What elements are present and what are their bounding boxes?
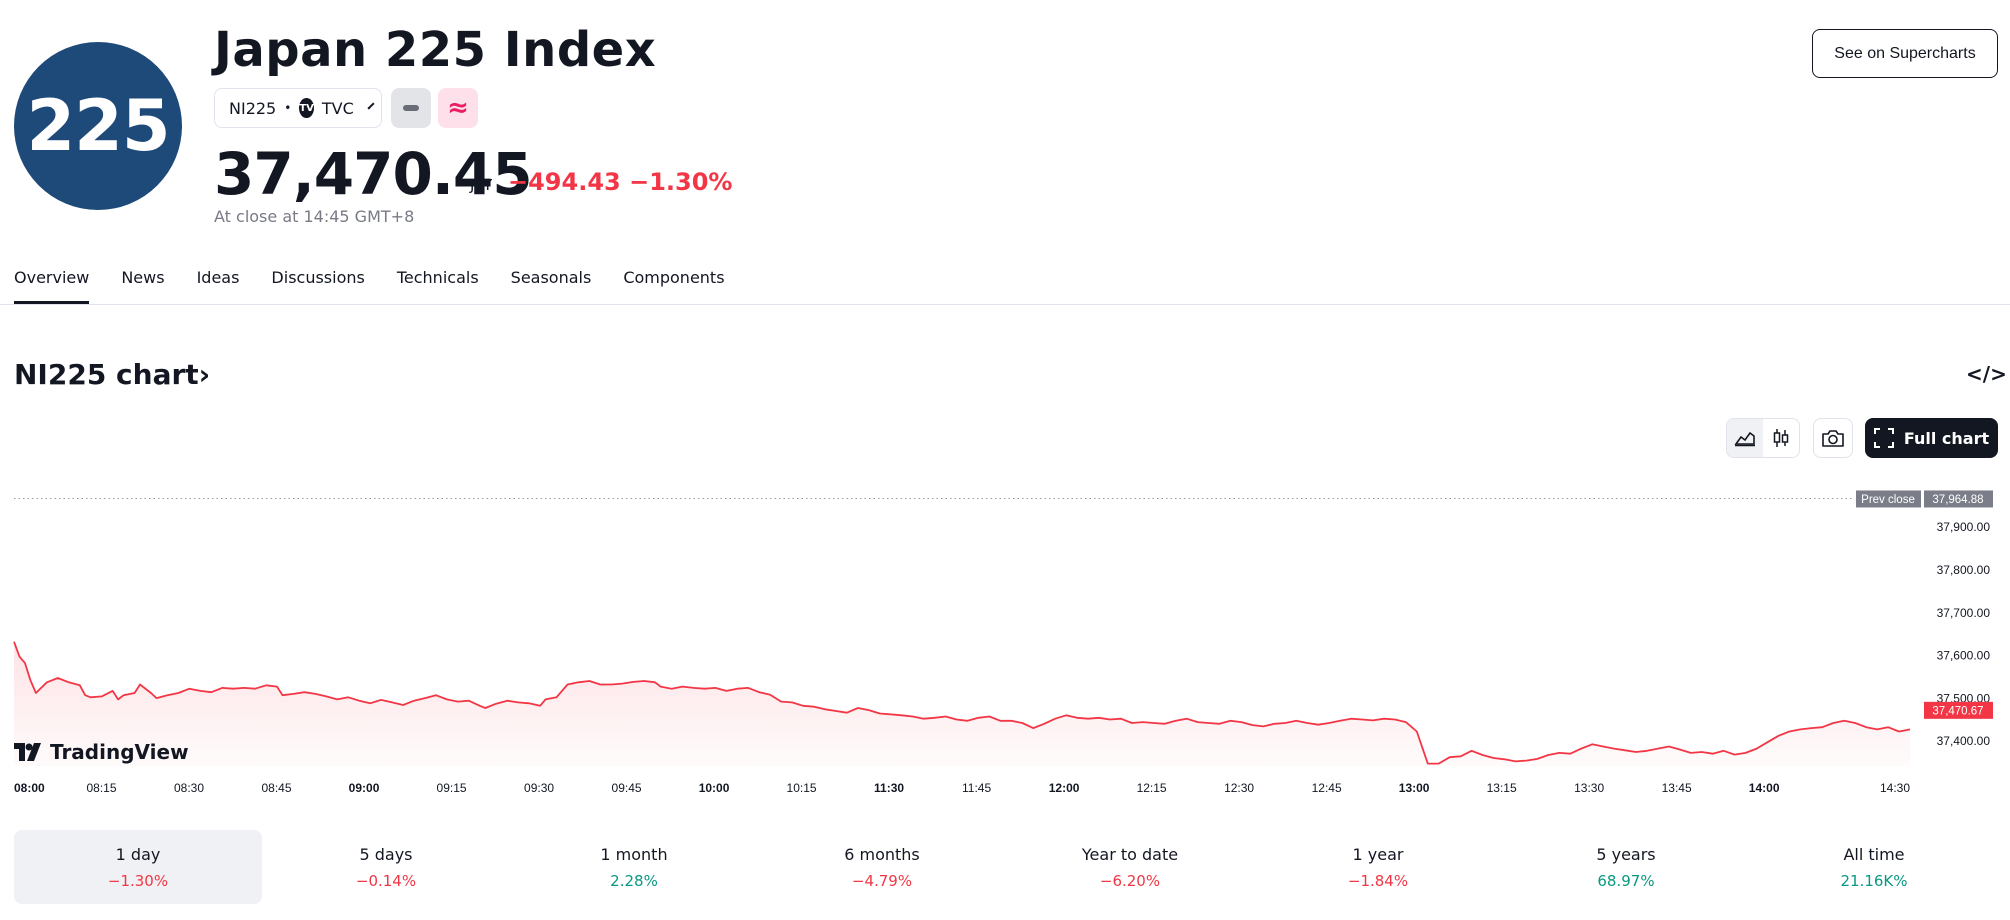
x-tick-label: 09:45	[612, 781, 642, 795]
full-chart-button[interactable]: Full chart	[1865, 418, 1998, 458]
x-tick-label: 11:45	[962, 781, 991, 795]
period-label: 1 month	[600, 844, 668, 864]
symbol-label: NI225	[229, 98, 277, 118]
tab-overview[interactable]: Overview	[14, 268, 90, 304]
exchange-label: TVC	[321, 98, 354, 118]
x-tick-label: 08:45	[262, 781, 292, 795]
period-label: All time	[1843, 844, 1905, 864]
last-price-label: 37,470.67	[1932, 705, 1983, 717]
full-chart-label: Full chart	[1903, 428, 1990, 448]
x-tick-label: 08:15	[86, 781, 116, 795]
x-tick-label: 13:45	[1662, 781, 1692, 795]
x-tick-label: 12:15	[1137, 781, 1167, 795]
period-label: Year to date	[1081, 844, 1179, 864]
area-chart-icon[interactable]	[1727, 419, 1763, 457]
tab-technicals[interactable]: Technicals	[397, 268, 479, 304]
x-tick-label: 09:15	[437, 781, 467, 795]
period-label: 1 year	[1352, 844, 1404, 864]
last-price: 37,470.45	[214, 140, 533, 208]
x-tick-label: 10:15	[787, 781, 817, 795]
x-tick-label: 14:30	[1880, 781, 1910, 795]
camera-icon[interactable]	[1813, 418, 1853, 458]
x-tick-label: 12:45	[1312, 781, 1342, 795]
period-year-to-date[interactable]: Year to date −6.20%	[1006, 830, 1254, 904]
tab-ideas[interactable]: Ideas	[197, 268, 240, 304]
y-tick-label: 37,700.00	[1937, 606, 1991, 620]
logo-text: 225	[26, 85, 170, 167]
cfd-wave-badge-icon[interactable]: ≈	[438, 88, 478, 128]
period-change: −4.79%	[851, 871, 913, 890]
period-label: 5 days	[359, 844, 413, 864]
candlestick-icon[interactable]	[1763, 419, 1799, 457]
currency-label: JPY	[470, 176, 493, 194]
symbol-logo: 225	[14, 42, 182, 210]
x-tick-label: 10:00	[699, 781, 730, 795]
y-tick-label: 37,900.00	[1937, 520, 1991, 534]
chart-section-title[interactable]: NI225 chart›	[14, 358, 210, 391]
prev-close-value-label: 37,964.88	[1932, 494, 1983, 506]
y-tick-label: 37,400.00	[1937, 734, 1991, 748]
period-change: 21.16K%	[1840, 871, 1908, 890]
watermark-text: TradingView	[50, 740, 189, 764]
period-change: −0.14%	[355, 871, 417, 890]
tab-seasonals[interactable]: Seasonals	[511, 268, 592, 304]
x-tick-label: 11:30	[874, 781, 904, 795]
chevron-down-icon	[367, 102, 375, 110]
period-1-day[interactable]: 1 day −1.30%	[14, 830, 262, 904]
period-5-years[interactable]: 5 years 68.97%	[1502, 830, 1750, 904]
y-tick-label: 37,600.00	[1937, 649, 1991, 663]
period-label: 1 day	[115, 844, 161, 864]
tab-news[interactable]: News	[121, 268, 164, 304]
y-tick-label: 37,800.00	[1937, 563, 1991, 577]
page-tabs: Overview News Ideas Discussions Technica…	[14, 268, 725, 304]
tradingview-logo: TradingView	[14, 740, 189, 764]
x-tick-label: 09:30	[524, 781, 554, 795]
period-change: −1.84%	[1347, 871, 1409, 890]
separator-dot: •	[284, 101, 292, 115]
period-5-days[interactable]: 5 days −0.14%	[262, 830, 510, 904]
period-label: 5 years	[1596, 844, 1656, 864]
symbol-exchange-selector[interactable]: NI225 • TV TVC	[214, 88, 382, 128]
price-change: −494.43 −1.30%	[508, 168, 732, 196]
x-tick-label: 08:30	[174, 781, 204, 795]
x-tick-label: 12:00	[1049, 781, 1080, 795]
prev-close-tag-label: Prev close	[1861, 494, 1915, 506]
period-all-time[interactable]: All time 21.16K%	[1750, 830, 1998, 904]
x-tick-label: 13:00	[1399, 781, 1430, 795]
x-tick-label: 14:00	[1749, 781, 1780, 795]
price-chart[interactable]: 37,900.0037,800.0037,700.0037,600.0037,5…	[0, 470, 2010, 806]
x-tick-label: 13:15	[1487, 781, 1517, 795]
tradingview-exchange-icon: TV	[299, 98, 314, 118]
x-tick-label: 09:00	[349, 781, 380, 795]
tab-components[interactable]: Components	[623, 268, 724, 304]
change-absolute: −494.43	[508, 168, 621, 196]
tabs-divider	[0, 304, 2010, 305]
x-tick-label: 08:00	[14, 781, 45, 795]
period-label: 6 months	[844, 844, 920, 864]
chart-type-toggle	[1726, 418, 1800, 458]
performance-periods: 1 day −1.30% 5 days −0.14% 1 month 2.28%…	[14, 830, 1998, 904]
period-6-months[interactable]: 6 months −4.79%	[758, 830, 1006, 904]
fullscreen-icon	[1873, 428, 1894, 448]
tradingview-logo-icon	[14, 743, 41, 761]
period-1-month[interactable]: 1 month 2.28%	[510, 830, 758, 904]
period-change: −6.20%	[1099, 871, 1161, 890]
market-status-note: At close at 14:45 GMT+8	[214, 207, 415, 226]
x-tick-label: 12:30	[1224, 781, 1254, 795]
change-percent: −1.30%	[629, 168, 733, 196]
market-closed-badge-icon[interactable]	[391, 88, 431, 128]
period-change: −1.30%	[107, 871, 169, 890]
period-change: 2.28%	[610, 871, 658, 890]
price-area-fill	[14, 641, 1910, 766]
period-1-year[interactable]: 1 year −1.84%	[1254, 830, 1502, 904]
tab-discussions[interactable]: Discussions	[271, 268, 364, 304]
page-title: Japan 225 Index	[214, 22, 657, 78]
period-change: 68.97%	[1597, 871, 1655, 890]
embed-code-icon[interactable]: </>	[1966, 362, 2007, 386]
x-tick-label: 13:30	[1574, 781, 1604, 795]
see-on-supercharts-button[interactable]: See on Supercharts	[1812, 29, 1998, 78]
